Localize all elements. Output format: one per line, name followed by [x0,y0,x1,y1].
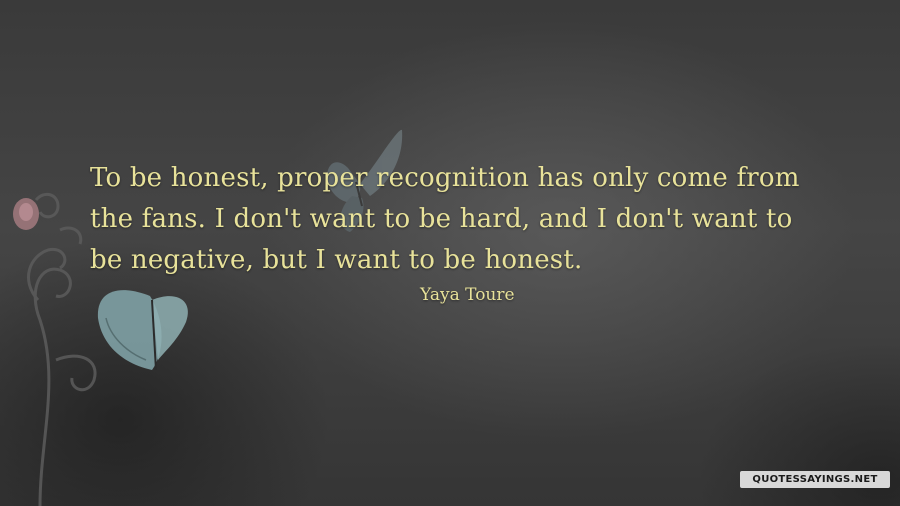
butterfly-icon [97,290,188,371]
quote-author: Yaya Toure [420,285,515,305]
quote-text: To be honest, proper recognition has onl… [90,163,800,275]
site-watermark: QUOTESSAYINGS.NET [740,471,890,488]
swirl-vine-icon [27,192,97,506]
flower-bud-icon [13,198,39,230]
